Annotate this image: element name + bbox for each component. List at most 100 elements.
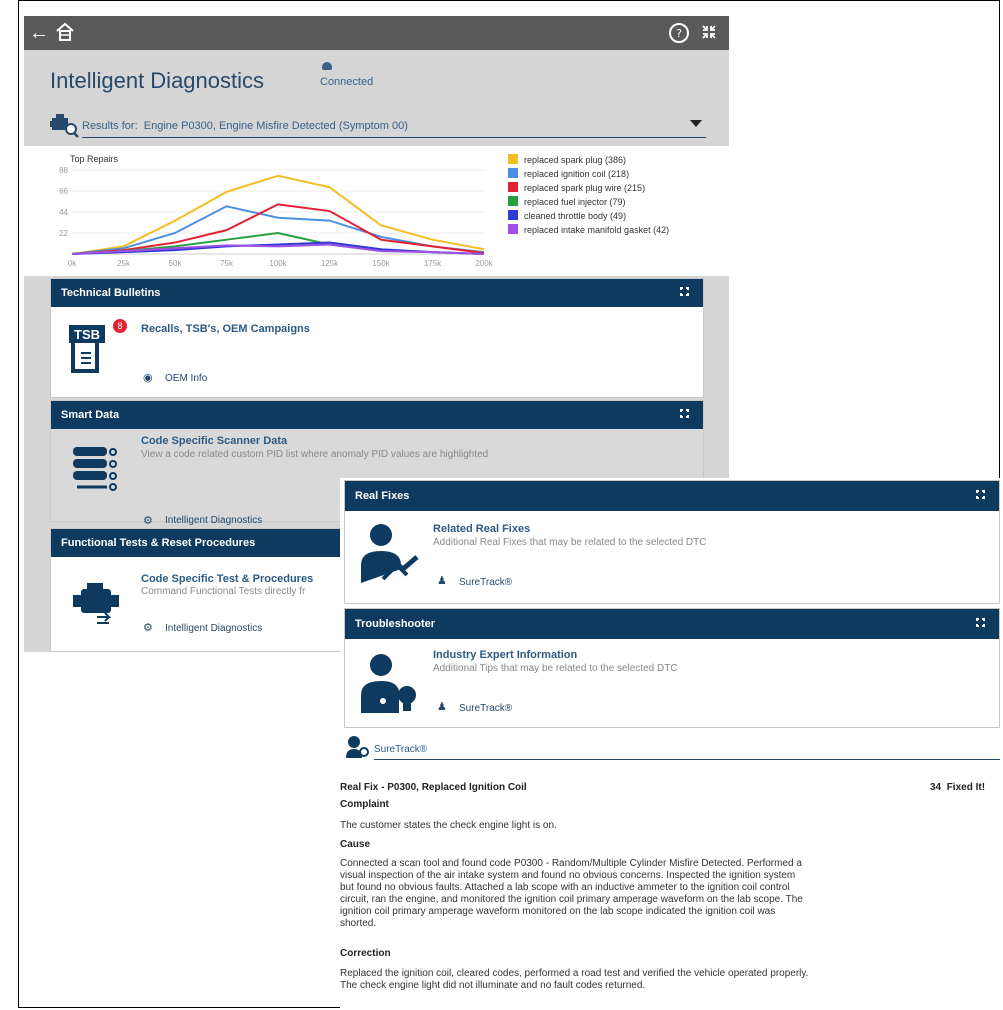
legend-swatch (508, 182, 518, 192)
x-tick-label: 0k (68, 259, 77, 268)
troubleshooter-header: Troubleshooter (345, 609, 999, 639)
cause-line: ignition coil primary amperage waveform … (340, 906, 776, 917)
real-fixes-header: Real Fixes (345, 481, 999, 511)
x-tick-label: 200k (475, 259, 493, 268)
cloud-icon (322, 62, 332, 70)
cause-line: shorted. (340, 918, 377, 929)
tsb-document-icon: TSB (67, 323, 117, 379)
home-icon[interactable] (54, 22, 76, 44)
top-toolbar: ← ? (24, 16, 729, 50)
y-tick-label: 22 (59, 229, 68, 238)
y-tick-label: 66 (59, 187, 68, 196)
legend-label: replaced spark plug (386) (524, 155, 626, 165)
tsb-title[interactable]: Recalls, TSB's, OEM Campaigns (141, 323, 310, 335)
engine-search-icon: ⚙ (143, 622, 153, 634)
notification-badge: 8 (113, 319, 127, 333)
help-icon[interactable]: ? (668, 22, 690, 44)
suretrack-underline (374, 759, 1000, 760)
test-procedures-desc: Command Functional Tests directly fr (141, 586, 306, 597)
smart-data-header: Smart Data (51, 401, 703, 429)
cause-line: but found no obvious faults. Attached a … (340, 882, 790, 893)
scanner-data-icon (71, 445, 123, 496)
legend-swatch (508, 154, 518, 164)
correction-line: The check engine light did not illuminat… (340, 980, 646, 991)
suretrack-link[interactable]: SureTrack® (459, 703, 512, 714)
dropdown-underline (82, 137, 706, 138)
x-tick-label: 75k (220, 259, 234, 268)
related-real-fixes-title[interactable]: Related Real Fixes (433, 523, 530, 535)
legend-swatch (508, 210, 518, 220)
collapse-icon[interactable] (698, 22, 720, 44)
expand-icon[interactable] (975, 617, 987, 629)
results-value: Engine P0300, Engine Misfire Detected (S… (143, 120, 408, 132)
troubleshooter-card: Troubleshooter Industry Expert Informati… (344, 608, 1000, 728)
card-header-label: Technical Bulletins (61, 287, 161, 299)
legend-swatch (508, 224, 518, 234)
legend-swatch (508, 168, 518, 178)
fixed-count: 34 (930, 782, 942, 793)
scanner-data-title[interactable]: Code Specific Scanner Data (141, 435, 287, 447)
results-dropdown[interactable]: Results for: Engine P0300, Engine Misfir… (82, 120, 408, 132)
fixed-it-label: Fixed It! (946, 782, 986, 793)
real-fixes-card: Real Fixes Related Real Fixes Additional… (344, 480, 1000, 604)
suretrack-label: SureTrack® (374, 744, 428, 755)
person-handshake-icon (357, 521, 421, 592)
technical-bulletins-header: Technical Bulletins (51, 279, 703, 307)
svg-text:?: ? (676, 27, 682, 40)
suretrack-icon: ♟ (437, 575, 447, 587)
expand-icon[interactable] (679, 408, 691, 420)
cause-text: Connected a scan tool and found code P03… (340, 858, 803, 930)
card-header-label: Functional Tests & Reset Procedures (61, 537, 256, 549)
x-tick-label: 175k (424, 259, 442, 268)
legend-label: replaced fuel injector (79) (524, 197, 626, 207)
legend-swatch (508, 196, 518, 206)
globe-icon: ◉ (143, 372, 153, 384)
correction-heading: Correction (340, 948, 391, 959)
series-line (71, 174, 485, 255)
suretrack-logo-icon (344, 734, 370, 760)
x-tick-label: 100k (269, 259, 287, 268)
connection-status: Connected (320, 76, 374, 88)
cause-line: visual inspection of the air intake syst… (340, 870, 796, 881)
legend-label: replaced ignition coil (218) (524, 169, 629, 179)
correction-line: Replaced the ignition coil, cleared code… (340, 968, 809, 979)
legend-label: cleaned throttle body (49) (524, 211, 626, 221)
back-arrow-icon[interactable]: ← (28, 22, 50, 44)
page-title: Intelligent Diagnostics (50, 68, 265, 93)
intelligent-diagnostics-link[interactable]: Intelligent Diagnostics (165, 623, 262, 634)
engine-test-icon (69, 579, 123, 632)
cause-line: Connected a scan tool and found code P03… (340, 858, 802, 869)
test-procedures-title[interactable]: Code Specific Test & Procedures (141, 573, 313, 585)
x-tick-label: 150k (372, 259, 390, 268)
expand-icon[interactable] (679, 286, 691, 298)
legend-label: replaced spark plug wire (215) (524, 183, 645, 193)
technical-bulletins-card: Technical Bulletins TSB 8 Recalls, TSB's… (50, 278, 704, 398)
top-repairs-chart: Top Repairs88 66 44 22 0k 25k 50k 75k 100k 125k 15… (59, 154, 669, 268)
intelligent-diagnostics-link[interactable]: Intelligent Diagnostics (165, 515, 262, 526)
engine-search-icon: ⚙ (143, 515, 153, 527)
x-tick-label: 125k (321, 259, 339, 268)
suretrack-screen: Real Fixes Related Real Fixes Additional… (340, 478, 1000, 1010)
complaint-text: The customer states the check engine lig… (340, 820, 557, 831)
top-repairs-chart-area: Top Repairs 88 66 44 22 0k 25k 50k 75k 100k 125k 15… (24, 146, 729, 276)
chevron-down-icon[interactable] (690, 120, 702, 127)
oem-info-link[interactable]: OEM Info (165, 373, 207, 384)
card-header-label: Troubleshooter (355, 618, 436, 630)
suretrack-link[interactable]: SureTrack® (459, 577, 512, 588)
legend-label: replaced intake manifold gasket (42) (524, 225, 669, 235)
title-area: Intelligent Diagnostics Connected Result… (24, 50, 729, 146)
y-tick-label: 88 (59, 166, 68, 175)
fixed-it-count: 34 Fixed It! (930, 782, 985, 793)
x-tick-label: 50k (169, 259, 183, 268)
correction-text: Replaced the ignition coil, cleared code… (340, 968, 808, 992)
card-header-label: Smart Data (61, 409, 120, 421)
expert-info-title[interactable]: Industry Expert Information (433, 649, 577, 661)
real-fix-title: Real Fix - P0300, Replaced Ignition Coil (340, 782, 527, 793)
suretrack-icon: ♟ (437, 701, 447, 713)
cause-line: circuit, ran the engine, and monitored t… (340, 894, 803, 905)
chart-title: Top Repairs (70, 154, 119, 164)
scanner-data-desc: View a code related custom PID list wher… (141, 449, 489, 460)
cause-heading: Cause (340, 839, 371, 850)
expert-info-desc: Additional Tips that may be related to t… (433, 663, 678, 674)
expand-icon[interactable] (975, 489, 987, 501)
